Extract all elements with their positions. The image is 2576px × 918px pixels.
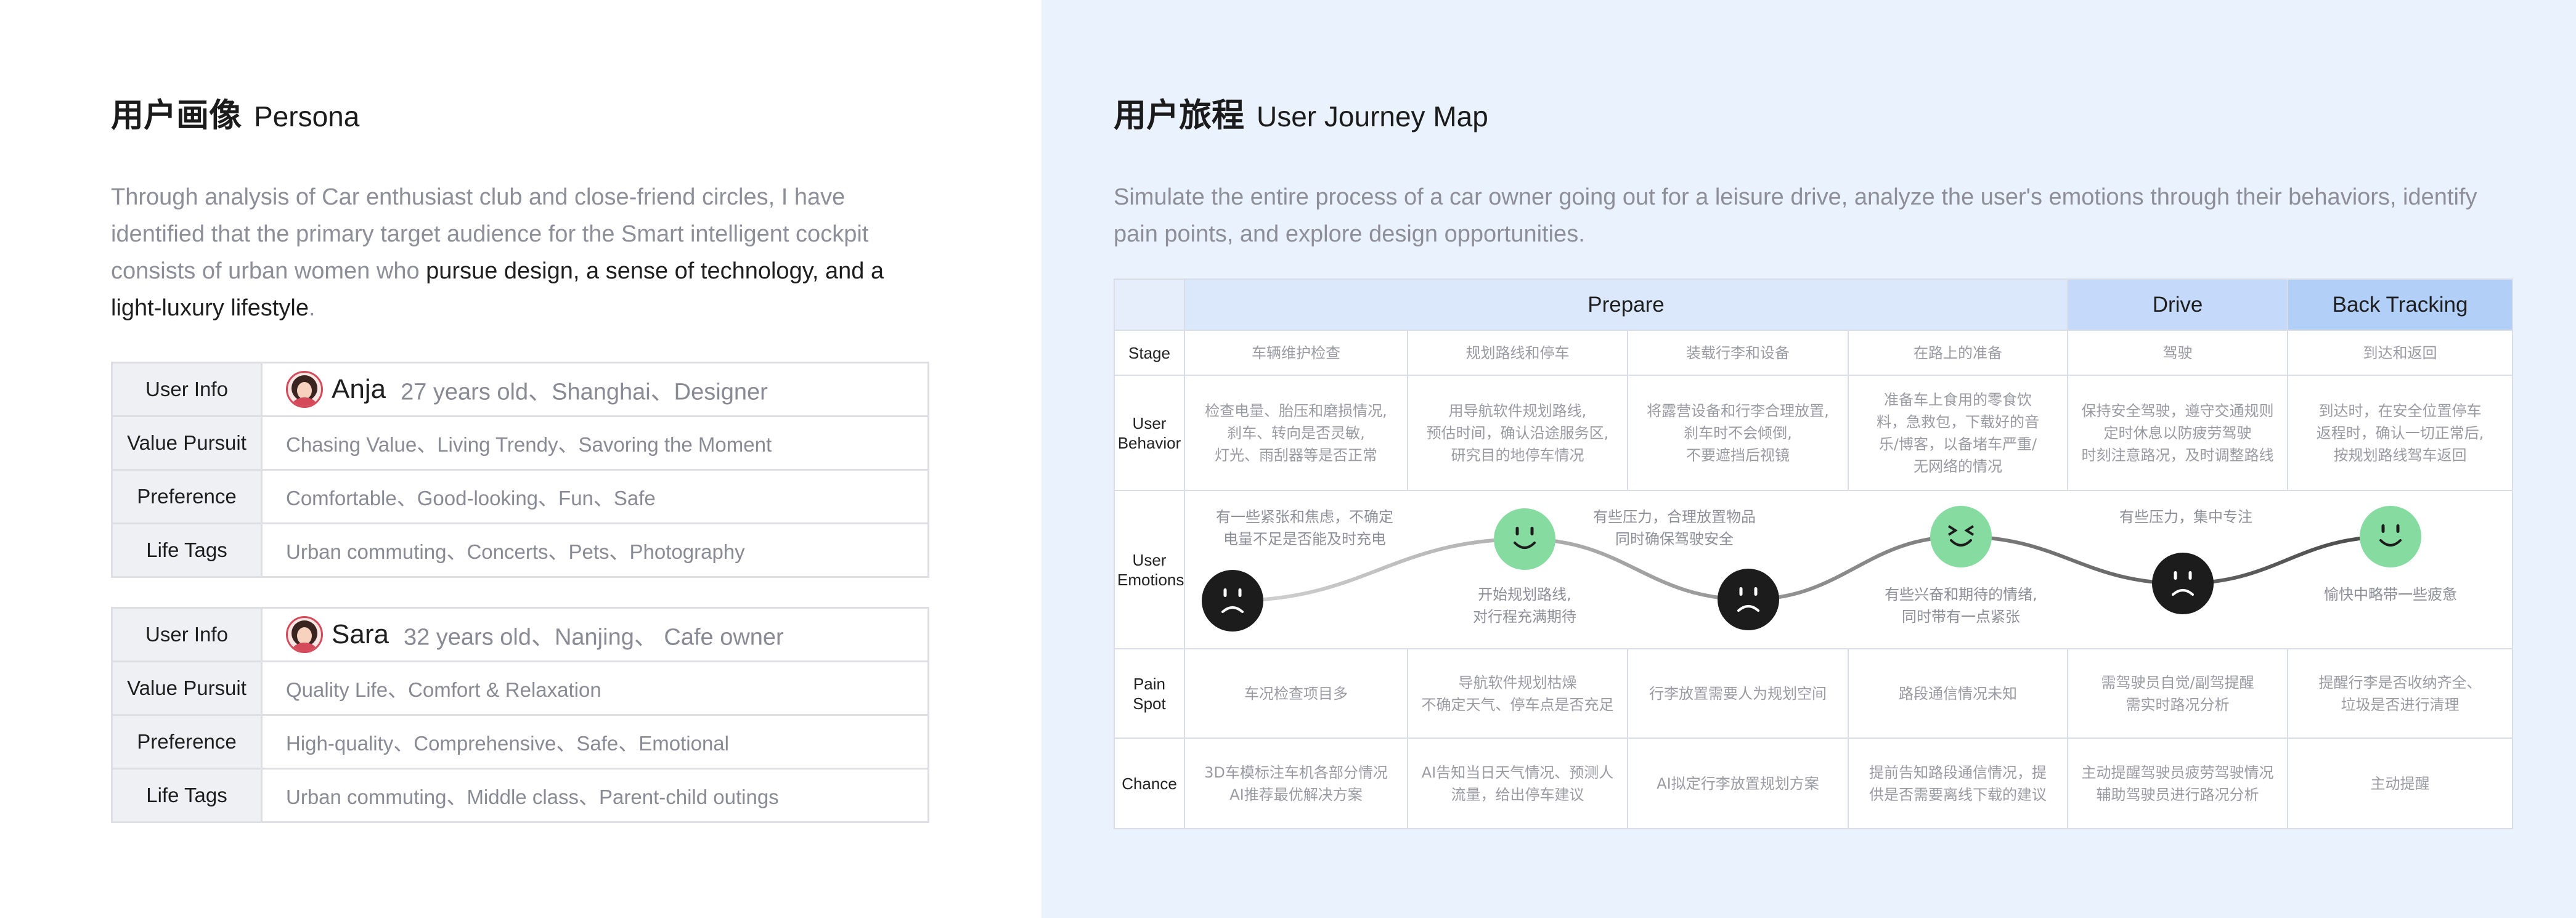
value-pursuit-value: Chasing Value、Living Trendy、Savoring the… xyxy=(261,415,929,471)
journey-panel: 用户旅程 User Journey Map Simulate the entire… xyxy=(1041,0,2576,918)
value-pursuit-value: Quality Life、Comfort & Relaxation xyxy=(261,660,929,716)
stage-row: Stage 车辆维护检查 规划路线和停车 装载行李和设备 在路上的准备 驾驶 到达和返回 xyxy=(1114,330,2514,376)
user-info-value: Sara 32 years old、Nanjing、 Cafe owner xyxy=(261,607,929,662)
phase-drive: Drive xyxy=(2067,278,2289,331)
journey-intro: Simulate the entire process of a car own… xyxy=(1114,184,2477,247)
pain-row: Pain Spot 车况检查项目多 导航软件规划枯燥 不确定天气、停车点是否充足 行李… xyxy=(1114,648,2514,739)
row-label-stage: Stage xyxy=(1114,330,1185,376)
pain-cell: 车况检查项目多 xyxy=(1184,648,1408,739)
persona-heading: 用户画像 Persona xyxy=(111,89,359,136)
persona-title-en: Persona xyxy=(254,100,360,132)
table-corner xyxy=(1114,278,1185,331)
pain-cell: 提醒行李是否收纳齐全、 垃圾是否进行清理 xyxy=(2287,648,2514,739)
preference-label: Preference xyxy=(111,714,263,770)
row-label-emotions: User Emotions xyxy=(1114,490,1185,649)
table-row: Life Tags Urban commuting、Concerts、Pets、… xyxy=(111,522,929,578)
behavior-cell: 将露营设备和行李合理放置, 刹车时不会倾倒, 不要遮挡后视镜 xyxy=(1627,375,1849,491)
table-row: Preference Comfortable、Good-looking、Fun、… xyxy=(111,469,929,524)
behavior-cell: 到达时，在安全位置停车 返程时，确认一切正常后, 按规划路线驾车返回 xyxy=(2287,375,2514,491)
stage-cell: 装载行李和设备 xyxy=(1627,330,1849,376)
persona-table-anja: User Info Anja 27 years old、Shanghai、Desi… xyxy=(111,362,929,578)
preference-label: Preference xyxy=(111,469,263,524)
stage-cell: 驾驶 xyxy=(2067,330,2289,376)
row-label-pain: Pain Spot xyxy=(1114,648,1185,739)
preference-value: High-quality、Comprehensive、Safe、Emotiona… xyxy=(261,714,929,770)
journey-table: Prepare Drive Back Tracking Stage 车辆维护检查… xyxy=(1114,278,2514,829)
value-pursuit-label: Value Pursuit xyxy=(111,660,263,716)
behavior-cell: 用导航软件规划路线, 预估时间，确认沿途服务区, 研究目的地停车情况 xyxy=(1407,375,1628,491)
avatar xyxy=(286,616,323,653)
table-row: Preference High-quality、Comprehensive、Sa… xyxy=(111,714,929,770)
chance-cell: AI拟定行李放置规划方案 xyxy=(1627,737,1849,829)
phase-prepare: Prepare xyxy=(1183,278,2069,331)
chance-cell: 3D车模标注车机各部分情况 AI推荐最优解决方案 xyxy=(1184,737,1408,829)
stage-cell: 规划路线和停车 xyxy=(1407,330,1628,376)
user-info-label: User Info xyxy=(111,362,263,417)
user-info-label: User Info xyxy=(111,607,263,662)
table-row: Life Tags Urban commuting、Middle class、P… xyxy=(111,768,929,823)
emotion-cell xyxy=(1628,490,1848,649)
row-label-chance: Chance xyxy=(1114,737,1185,829)
value-pursuit-label: Value Pursuit xyxy=(111,415,263,471)
pain-cell: 行李放置需要人为规划空间 xyxy=(1627,648,1849,739)
pain-cell: 路段通信情况未知 xyxy=(1847,648,2069,739)
journey-heading: 用户旅程 User Journey Map xyxy=(1114,89,1488,136)
chance-cell: 提前告知路段通信情况，提 供是否需要离线下载的建议 xyxy=(1847,737,2069,829)
life-tags-value: Urban commuting、Concerts、Pets、Photograph… xyxy=(261,522,929,578)
avatar xyxy=(286,371,323,408)
stage-cell: 车辆维护检查 xyxy=(1184,330,1408,376)
stage-cell: 到达和返回 xyxy=(2287,330,2514,376)
persona-table-sara: User Info Sara 32 years old、Nanjing、 Cafe… xyxy=(111,607,929,823)
stage-cell: 在路上的准备 xyxy=(1847,330,2069,376)
user-info-value: Anja 27 years old、Shanghai、Designer xyxy=(261,362,929,417)
phase-back-tracking: Back Tracking xyxy=(2287,278,2514,331)
life-tags-label: Life Tags xyxy=(111,768,263,823)
row-label-behavior: User Behavior xyxy=(1114,375,1185,491)
table-row: Value Pursuit Chasing Value、Living Trend… xyxy=(111,415,929,471)
chance-cell: 主动提醒驾驶员疲劳驾驶情况 辅助驾驶员进行路况分析 xyxy=(2067,737,2289,829)
pain-cell: 需驾驶员自觉/副驾提醒 需实时路况分析 xyxy=(2067,648,2289,739)
life-tags-label: Life Tags xyxy=(111,522,263,578)
emotion-cell xyxy=(2068,490,2288,649)
behavior-cell: 准备车上食用的零食饮 料，急救包，下载好的音 乐/博客，以备堵车严重/无网络的情况 xyxy=(1847,375,2069,491)
table-row: User Info Sara 32 years old、Nanjing、 Cafe… xyxy=(111,607,929,662)
persona-info: 27 years old、Shanghai、Designer xyxy=(401,379,768,405)
persona-intro-end: . xyxy=(309,295,316,321)
emotion-row: User Emotions xyxy=(1114,490,2514,649)
preference-value: Comfortable、Good-looking、Fun、Safe xyxy=(261,469,929,524)
behavior-cell: 保持安全驾驶，遵守交通规则 定时休息以防疲劳驾驶 时刻注意路况，及时调整路线 xyxy=(2067,375,2289,491)
life-tags-value: Urban commuting、Middle class、Parent-chil… xyxy=(261,768,929,823)
emotion-cell xyxy=(1408,490,1628,649)
persona-info: 32 years old、Nanjing、 Cafe owner xyxy=(403,624,784,651)
chance-row: Chance 3D车模标注车机各部分情况 AI推荐最优解决方案 AI告知当日天气情况… xyxy=(1114,737,2514,829)
behavior-row: User Behavior 检查电量、胎压和磨损情况, 刹车、转向是否灵敏, 灯光、雨… xyxy=(1114,375,2514,491)
table-row: Value Pursuit Quality Life、Comfort & Rel… xyxy=(111,660,929,716)
chance-cell: AI告知当日天气情况、预测人 流量，给出停车建议 xyxy=(1407,737,1628,829)
pain-cell: 导航软件规划枯燥 不确定天气、停车点是否充足 xyxy=(1407,648,1628,739)
journey-title-en: User Journey Map xyxy=(1257,100,1488,132)
journey-title-cn: 用户旅程 xyxy=(1114,97,1244,134)
persona-panel: 用户画像 Persona Through analysis of Car enth… xyxy=(0,0,1041,918)
emotion-cell xyxy=(2288,490,2514,649)
persona-name: Sara xyxy=(332,619,389,649)
persona-name: Anja xyxy=(332,374,386,404)
phase-row: Prepare Drive Back Tracking xyxy=(1114,278,2514,331)
behavior-cell: 检查电量、胎压和磨损情况, 刹车、转向是否灵敏, 灯光、雨刮器等是否正常 xyxy=(1184,375,1408,491)
emotion-cell xyxy=(1184,490,1408,649)
persona-title-cn: 用户画像 xyxy=(111,97,242,134)
table-row: User Info Anja 27 years old、Shanghai、Desi… xyxy=(111,362,929,417)
emotion-cell xyxy=(1848,490,2068,649)
persona-intro: Through analysis of Car enthusiast club … xyxy=(111,179,912,327)
chance-cell: 主动提醒 xyxy=(2287,737,2514,829)
